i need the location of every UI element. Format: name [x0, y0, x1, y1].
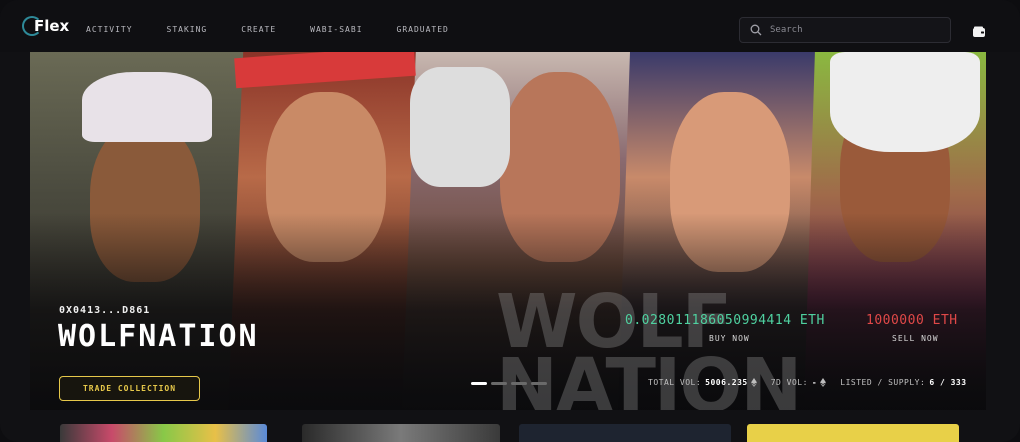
listed-supply-value: 6 / 333	[929, 378, 967, 387]
carousel-dot[interactable]	[491, 382, 507, 385]
top-nav-bar: Flex ACTIVITY STAKING CREATE WABI-SABI G…	[0, 0, 1020, 52]
collection-cards-row	[0, 424, 1020, 442]
search-icon	[750, 24, 762, 36]
nav-item-create[interactable]: CREATE	[241, 25, 276, 34]
eth-icon	[820, 378, 827, 387]
watermark-text: WOLF NATION	[496, 279, 802, 410]
wallet-icon	[973, 26, 985, 37]
7d-vol-value: -	[811, 378, 818, 387]
buy-price[interactable]: 0.028011186050994414 ETH	[625, 313, 825, 328]
collection-card[interactable]	[747, 424, 959, 442]
logo[interactable]: Flex	[22, 16, 69, 36]
wallet-button[interactable]	[972, 23, 986, 42]
listed-supply-label: LISTED / SUPPLY:	[840, 378, 926, 387]
nav-item-wabi-sabi[interactable]: WABI-SABI	[310, 25, 362, 34]
collection-title: WOLFNATION	[58, 319, 259, 354]
hero-banner: WOLF NATION 0X0413...D861 WOLFNATION TRAD…	[30, 52, 986, 410]
7d-vol-label: 7D VOL:	[770, 378, 808, 387]
collection-card[interactable]	[60, 424, 267, 442]
carousel-dot[interactable]	[531, 382, 547, 385]
carousel-dot[interactable]	[471, 382, 487, 385]
main-nav: ACTIVITY STAKING CREATE WABI-SABI GRADUA…	[86, 25, 449, 34]
sell-now-button[interactable]: SELL NOW	[892, 334, 939, 343]
collection-card[interactable]	[519, 424, 731, 442]
sell-price[interactable]: 1000000 ETH	[866, 313, 958, 328]
total-vol-label: TOTAL VOL:	[648, 378, 702, 387]
eth-icon	[750, 378, 757, 387]
collection-card[interactable]	[302, 424, 500, 442]
contract-address[interactable]: 0X0413...D861	[59, 305, 150, 316]
trade-collection-button[interactable]: TRADE COLLECTION	[59, 376, 200, 401]
nav-item-staking[interactable]: STAKING	[167, 25, 208, 34]
logo-text: Flex	[34, 17, 70, 35]
buy-now-button[interactable]: BUY NOW	[709, 334, 750, 343]
carousel-indicator	[471, 382, 547, 385]
nav-item-activity[interactable]: ACTIVITY	[86, 25, 133, 34]
carousel-dot[interactable]	[511, 382, 527, 385]
total-vol-value: 5006.235	[705, 378, 748, 387]
collection-stats: TOTAL VOL: 5006.235 7D VOL: - LISTED / S…	[648, 378, 967, 387]
app-window: Flex ACTIVITY STAKING CREATE WABI-SABI G…	[0, 0, 1020, 442]
search-input[interactable]	[770, 25, 940, 35]
search-box[interactable]	[739, 17, 951, 43]
nav-item-graduated[interactable]: GRADUATED	[397, 25, 449, 34]
